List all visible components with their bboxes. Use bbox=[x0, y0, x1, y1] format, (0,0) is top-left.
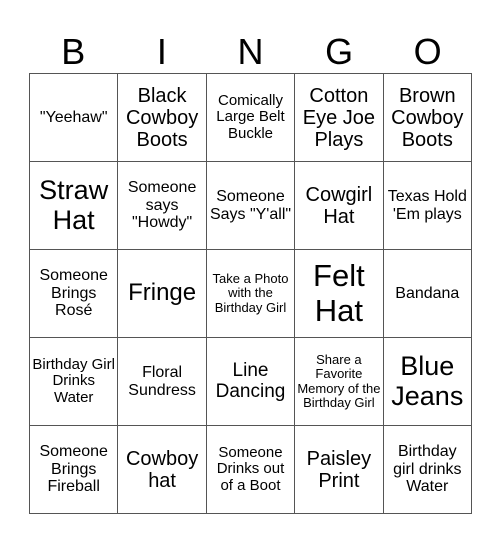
header-letter-n: N bbox=[237, 31, 264, 72]
bingo-cell[interactable]: Cotton Eye Joe Plays bbox=[295, 74, 384, 162]
bingo-cell[interactable]: Someone Drinks out of a Boot bbox=[206, 426, 296, 514]
bingo-cell[interactable]: Cowboy hat bbox=[118, 426, 207, 514]
bingo-cell[interactable]: Someone Says "Y'all" bbox=[206, 162, 296, 250]
bingo-cell[interactable]: Texas Hold 'Em plays bbox=[383, 162, 472, 250]
bingo-cell[interactable]: Birthday Girl Drinks Water bbox=[30, 338, 119, 426]
bingo-cell[interactable]: Birthday girl drinks Water bbox=[383, 426, 472, 514]
header-letter-g: G bbox=[325, 31, 354, 72]
bingo-cell[interactable]: Blue Jeans bbox=[383, 338, 472, 426]
bingo-cell[interactable]: Brown Cowboy Boots bbox=[383, 74, 472, 162]
bingo-cell[interactable]: Line Dancing bbox=[206, 338, 296, 426]
header-letter-i: I bbox=[156, 31, 167, 72]
bingo-cell[interactable]: Paisley Print bbox=[295, 426, 384, 514]
bingo-cell[interactable]: Share a Favorite Memory of the Birthday … bbox=[295, 338, 384, 426]
bingo-cell[interactable]: Straw Hat bbox=[30, 162, 119, 250]
bingo-cell[interactable]: Cowgirl Hat bbox=[295, 162, 384, 250]
bingo-cell[interactable]: Someone Brings Fireball bbox=[30, 426, 119, 514]
bingo-header: B I N G O bbox=[29, 30, 472, 74]
bingo-card: "Yeehaw" Black Cowboy Boots Comically La… bbox=[29, 73, 472, 514]
bingo-cell[interactable]: Comically Large Belt Buckle bbox=[206, 74, 296, 162]
bingo-cell[interactable]: "Yeehaw" bbox=[30, 74, 119, 162]
header-letter-b: B bbox=[61, 31, 86, 72]
bingo-cell[interactable]: Take a Photo with the Birthday Girl bbox=[206, 250, 296, 338]
bingo-cell[interactable]: Fringe bbox=[118, 250, 207, 338]
bingo-cell[interactable]: Someone Brings Rosé bbox=[30, 250, 119, 338]
bingo-cell[interactable]: Black Cowboy Boots bbox=[118, 74, 207, 162]
header-letter-o: O bbox=[413, 31, 442, 72]
bingo-cell[interactable]: Felt Hat bbox=[295, 250, 384, 338]
bingo-cell[interactable]: Bandana bbox=[383, 250, 472, 338]
bingo-cell[interactable]: Someone says "Howdy" bbox=[118, 162, 207, 250]
bingo-cell[interactable]: Floral Sundress bbox=[118, 338, 207, 426]
